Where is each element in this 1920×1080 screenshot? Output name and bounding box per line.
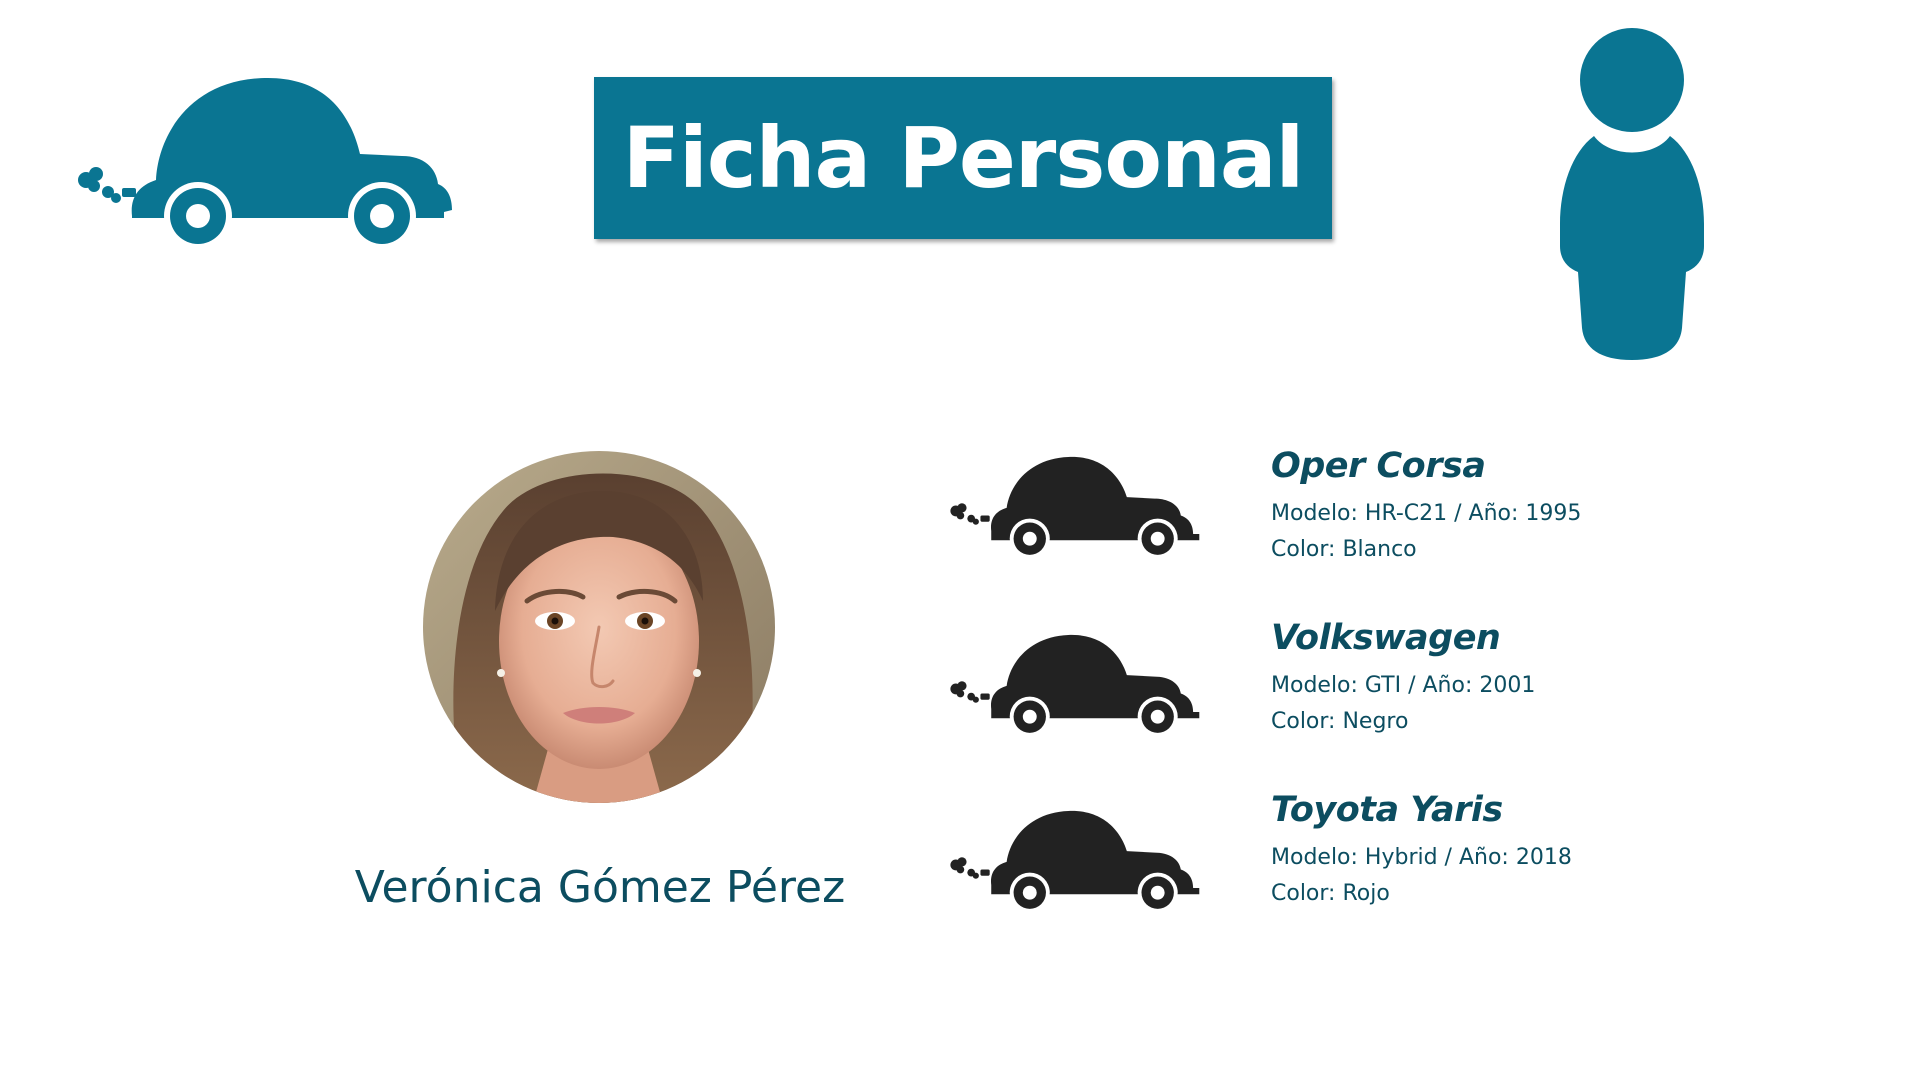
personal-sheet: Ficha Personal Verónica Gómez Pérez Oper… <box>0 0 1920 1080</box>
car-icon <box>950 456 1200 559</box>
list-item: Oper Corsa Modelo: HR-C21 / Año: 1995 Co… <box>1271 446 1711 568</box>
avatar <box>423 451 775 803</box>
person-icon <box>1560 28 1704 360</box>
car-color-line: Color: Blanco <box>1271 537 1417 562</box>
car-icon <box>950 810 1200 913</box>
person-name: Verónica Gómez Pérez <box>354 862 846 913</box>
car-name: Toyota Yaris <box>1271 790 1503 830</box>
car-icon <box>950 634 1200 737</box>
title-banner: Ficha Personal <box>594 77 1332 239</box>
car-name: Oper Corsa <box>1271 446 1486 486</box>
car-color-line: Color: Rojo <box>1271 881 1390 906</box>
car-model-line: Modelo: Hybrid / Año: 2018 <box>1271 845 1572 870</box>
list-item: Toyota Yaris Modelo: Hybrid / Año: 2018 … <box>1271 790 1711 912</box>
page-title: Ficha Personal <box>622 109 1305 207</box>
car-model-line: Modelo: GTI / Año: 2001 <box>1271 673 1536 698</box>
car-name: Volkswagen <box>1271 618 1501 658</box>
list-item: Volkswagen Modelo: GTI / Año: 2001 Color… <box>1271 618 1711 740</box>
car-icon <box>78 78 452 246</box>
car-model-line: Modelo: HR-C21 / Año: 1995 <box>1271 501 1582 526</box>
car-color-line: Color: Negro <box>1271 709 1409 734</box>
